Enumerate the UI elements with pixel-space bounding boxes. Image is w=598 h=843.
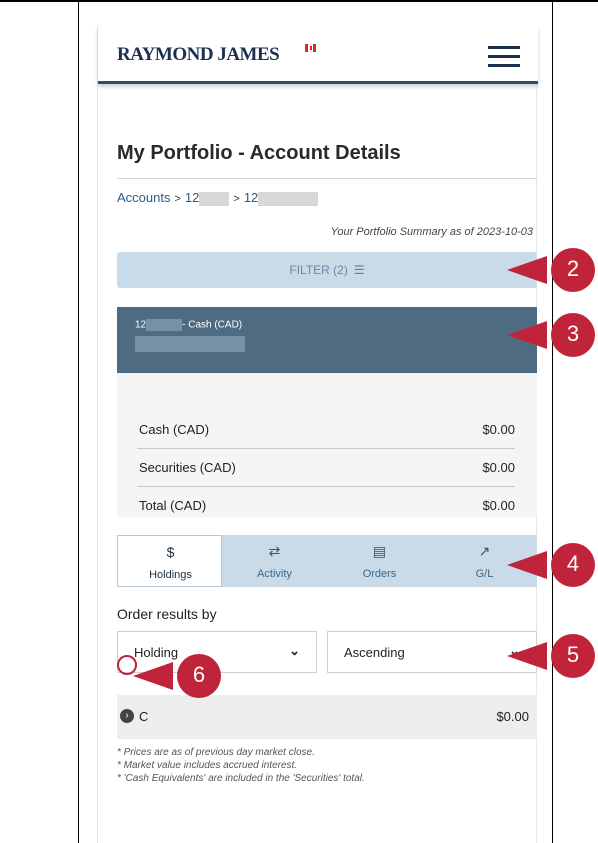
tab-holdings[interactable]: $ Holdings (117, 535, 222, 587)
callout-5: 5 (507, 634, 597, 678)
disclaimer-notes: * Prices are as of previous day market c… (117, 747, 365, 784)
chevron-right-icon: > (233, 193, 240, 205)
chevron-right-icon: > (174, 193, 181, 205)
callout-3: 3 (507, 313, 597, 357)
account-title: 12- Cash (CAD) (135, 319, 243, 331)
redacted-account-name (135, 336, 245, 352)
sort-direction-select[interactable]: Ascending ⌄ (327, 631, 537, 673)
frame-right-border (552, 0, 553, 843)
swap-arrows-icon: ⇄ (268, 543, 281, 559)
sort-direction-value: Ascending (344, 645, 405, 660)
mobile-viewport: RAYMOND JAMES My Portfolio - Account Det… (97, 26, 538, 843)
balance-summary: Cash (CAD) $0.00 Securities (CAD) $0.00 … (117, 373, 537, 517)
filter-label: FILTER (2) (289, 263, 348, 277)
title-divider (117, 178, 537, 179)
account-tabs: $ Holdings ⇄ Activity ▤ Orders ↗ G/L (117, 535, 537, 587)
callout-6: 6 (133, 654, 223, 698)
balance-row-cash: Cash (CAD) $0.00 (137, 411, 515, 449)
account-header: 12- Cash (CAD) (117, 307, 537, 373)
tab-activity[interactable]: ⇄ Activity (222, 535, 327, 587)
holding-row[interactable]: › C $0.00 (117, 695, 537, 739)
redacted-block (258, 191, 319, 206)
tab-label: Activity (257, 568, 292, 580)
tab-orders[interactable]: ▤ Orders (327, 535, 432, 587)
breadcrumb: Accounts >12 >12 (117, 190, 319, 206)
filter-button[interactable]: FILTER (2) ☰ (117, 252, 537, 288)
breadcrumb-subaccount-link[interactable]: 12 (244, 190, 319, 206)
canada-flag-icon (305, 44, 316, 52)
balance-row-total: Total (CAD) $0.00 (139, 498, 515, 513)
page-title: My Portfolio - Account Details (117, 142, 401, 164)
holding-name: C (139, 709, 149, 724)
redacted-block (146, 319, 183, 331)
summary-date: Your Portfolio Summary as of 2023-10-03 (330, 226, 533, 238)
holding-value: $0.00 (496, 709, 529, 724)
frame-top-border (0, 0, 598, 2)
app-header: RAYMOND JAMES (98, 26, 538, 84)
expand-chevron-icon[interactable]: › (120, 709, 134, 723)
hand-dollar-icon: $ (166, 544, 175, 560)
callout-4: 4 (507, 543, 597, 587)
chevron-down-icon: ⌄ (289, 643, 300, 658)
list-icon: ▤ (372, 543, 387, 559)
redacted-block (199, 191, 230, 206)
tab-label: Holdings (149, 569, 192, 581)
sliders-icon: ☰ (353, 263, 365, 277)
callout-2: 2 (507, 248, 597, 292)
breadcrumb-accounts-link[interactable]: Accounts (117, 190, 170, 205)
breadcrumb-account-link[interactable]: 12 (185, 190, 230, 206)
frame-left-border (78, 0, 79, 843)
balance-row-securities: Securities (CAD) $0.00 (137, 449, 515, 487)
order-results-label: Order results by (117, 606, 217, 622)
brand-logo[interactable]: RAYMOND JAMES (117, 44, 280, 66)
tab-label: Orders (362, 568, 397, 580)
menu-icon[interactable] (488, 46, 520, 68)
